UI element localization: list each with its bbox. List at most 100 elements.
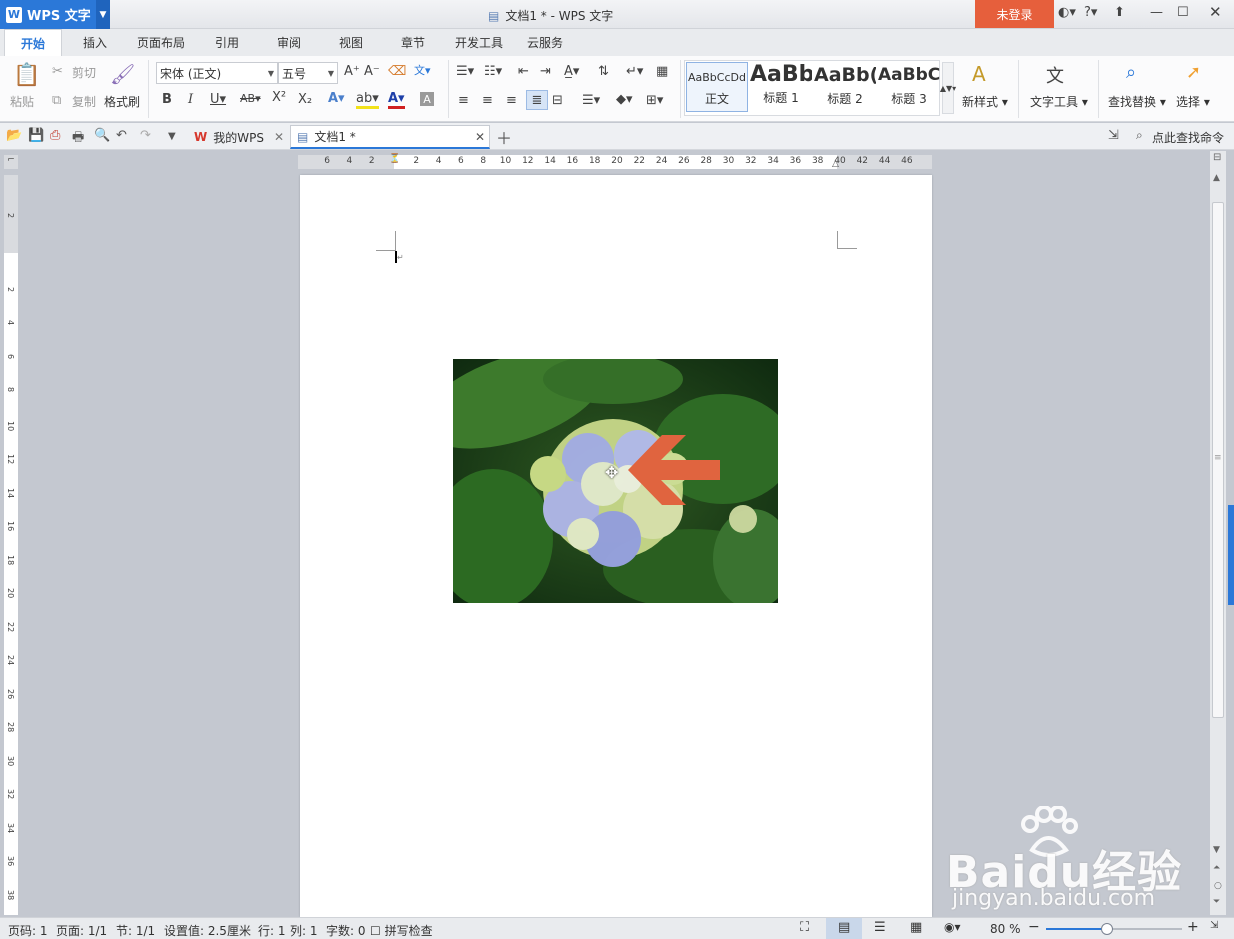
zoom-in-icon[interactable]: + — [1187, 919, 1199, 935]
change-case-icon[interactable]: A̲▾ — [564, 64, 579, 79]
zoom-out-icon[interactable]: − — [1028, 919, 1040, 935]
tab-developer[interactable]: 开发工具 — [448, 29, 510, 56]
new-tab-icon[interactable]: ＋ — [496, 125, 512, 149]
select-cursor-icon[interactable]: ➚ — [1186, 62, 1201, 83]
copy-icon[interactable]: ⧉ — [52, 93, 61, 108]
status-bar-menu-icon[interactable]: ⇲ — [1210, 920, 1218, 931]
style-heading-2[interactable]: AaBb( 标题 2 — [814, 62, 876, 112]
align-right-icon[interactable]: ≡ — [506, 93, 517, 108]
align-left-icon[interactable]: ≡ — [458, 93, 469, 108]
indent-marker-icon[interactable]: ⏳ — [389, 154, 400, 164]
font-color-icon[interactable]: A▾ — [388, 91, 405, 109]
horizontal-ruler[interactable]: 6 4 2 2 4 6 8 10 12 14 16 18 20 22 24 26 28 30 32 34 36 38 40 4… — [298, 154, 932, 169]
text-tools-icon[interactable]: 文 — [1046, 62, 1064, 88]
text-tools-button[interactable]: 文字工具 ▾ — [1030, 93, 1088, 110]
close-tab-icon[interactable]: ✕ — [475, 130, 489, 144]
sort-icon[interactable]: ⇅ — [598, 64, 609, 79]
select-button[interactable]: 选择 ▾ — [1176, 93, 1210, 110]
undo-icon[interactable]: ↶ — [116, 128, 127, 143]
bullet-list-icon[interactable]: ☰▾ — [456, 64, 474, 79]
paste-button[interactable]: 粘贴 — [10, 93, 34, 110]
open-folder-icon[interactable]: 📂 — [6, 128, 22, 143]
close-icon[interactable]: ✕ — [1209, 3, 1222, 21]
new-style-icon[interactable]: A — [972, 62, 986, 86]
login-button[interactable]: 未登录 — [975, 0, 1054, 28]
help-icon[interactable]: ?▾ — [1084, 5, 1097, 20]
maximize-icon[interactable]: ☐ — [1177, 5, 1189, 20]
save-icon[interactable]: 💾 — [28, 128, 44, 143]
line-spacing-icon[interactable]: ☰▾ — [582, 93, 600, 108]
paragraph-mark-icon[interactable]: ↵▾ — [626, 64, 643, 79]
zoom-slider-knob[interactable] — [1101, 923, 1114, 935]
distributed-align-icon[interactable]: ⊟ — [552, 93, 563, 108]
spell-check-toggle[interactable]: ☐ 拼写检查 — [370, 922, 433, 939]
pinyin-icon[interactable]: 文▾ — [414, 62, 431, 78]
shrink-font-icon[interactable]: A⁻ — [364, 64, 380, 79]
inserted-photo[interactable]: ✥ — [453, 359, 778, 603]
full-screen-icon[interactable]: ⛶ — [800, 920, 809, 935]
chevron-down-icon[interactable]: ▼ — [96, 0, 110, 29]
clear-format-icon[interactable]: ⌫ — [388, 64, 406, 79]
tab-review[interactable]: 审阅 — [262, 29, 316, 56]
print-icon[interactable]: 🖶 — [72, 128, 84, 150]
bold-icon[interactable]: B — [162, 92, 172, 107]
font-name-select[interactable]: 宋体 (正文) ▼ — [156, 62, 278, 84]
side-panel-toggle[interactable] — [1228, 505, 1234, 605]
tab-references[interactable]: 引用 — [200, 29, 254, 56]
minimize-icon[interactable]: — — [1150, 5, 1163, 20]
zoom-slider[interactable] — [1046, 923, 1182, 935]
app-menu-button[interactable]: W WPS 文字 ▼ — [0, 0, 110, 29]
align-center-icon[interactable]: ≡ — [482, 93, 493, 108]
text-effect-icon[interactable]: A▾ — [328, 91, 345, 106]
split-icon[interactable]: ⊟ — [1213, 152, 1221, 163]
web-view-icon[interactable]: ▦ — [910, 920, 922, 935]
numbered-list-icon[interactable]: ☷▾ — [484, 64, 502, 79]
tab-my-wps[interactable]: W 我的WPS ✕ — [188, 125, 288, 149]
strikethrough-icon[interactable]: AB▾ — [240, 92, 261, 105]
scroll-down-icon[interactable]: ▼ — [1213, 845, 1220, 855]
shading-icon[interactable]: ◆▾ — [616, 92, 633, 107]
format-painter-icon[interactable]: 🖌 — [110, 62, 135, 86]
print-preview-icon[interactable]: 🔍 — [94, 128, 110, 143]
prev-page-icon[interactable]: ⏶ — [1213, 863, 1220, 873]
table-icon[interactable]: ▦ — [656, 64, 668, 79]
outline-view-icon[interactable]: ☰ — [874, 920, 886, 935]
command-search-toggle-icon[interactable]: ⇲ — [1108, 128, 1119, 143]
grow-font-icon[interactable]: A⁺ — [344, 64, 360, 79]
paste-icon[interactable]: 📋 — [13, 62, 40, 88]
subscript-icon[interactable]: X₂ — [298, 92, 312, 107]
tab-document[interactable]: ▤ 文档1 * ✕ — [290, 125, 490, 149]
tab-chapter[interactable]: 章节 — [386, 29, 440, 56]
tab-page-layout[interactable]: 页面布局 — [128, 29, 194, 56]
copy-button[interactable]: 复制 — [72, 93, 96, 110]
zoom-level[interactable]: 80 % — [990, 922, 1021, 936]
restore-ribbon-icon[interactable]: ⬆ — [1114, 5, 1125, 20]
vertical-ruler[interactable]: 2246810121416182022242628303234363840 — [4, 175, 18, 933]
increase-indent-icon[interactable]: ⇥ — [540, 64, 551, 79]
superscript-icon[interactable]: X² — [272, 90, 286, 105]
char-shading-icon[interactable]: A — [420, 92, 434, 106]
highlight-icon[interactable]: ab▾ — [356, 91, 379, 109]
cut-button[interactable]: 剪切 — [72, 64, 96, 81]
browse-object-icon[interactable]: ○ — [1214, 881, 1222, 891]
style-heading-1[interactable]: AaBb 标题 1 — [750, 62, 812, 112]
close-tab-icon[interactable]: ✕ — [274, 130, 288, 144]
eye-protect-icon[interactable]: ◉▾ — [944, 920, 961, 934]
tab-stop-selector[interactable]: ⌐ — [4, 155, 18, 169]
new-style-button[interactable]: 新样式 ▾ — [962, 93, 1008, 110]
command-search-input[interactable]: 点此查找命令 — [1152, 129, 1224, 146]
customize-dropdown-icon[interactable]: ▼ — [168, 131, 176, 142]
document-page[interactable]: ↵ ✥ — [300, 175, 932, 917]
style-normal[interactable]: AaBbCcDd 正文 — [686, 62, 748, 112]
cut-icon[interactable]: ✂ — [52, 64, 63, 79]
styles-scroll[interactable]: ▲▼▾ — [940, 62, 956, 114]
tab-start[interactable]: 开始 — [4, 29, 62, 56]
font-size-select[interactable]: 五号 ▼ — [278, 62, 338, 84]
scrollbar-thumb[interactable]: ≡ — [1212, 202, 1224, 718]
tab-view[interactable]: 视图 — [324, 29, 378, 56]
decrease-indent-icon[interactable]: ⇤ — [518, 64, 529, 79]
find-replace-button[interactable]: 查找替换 ▾ — [1108, 93, 1166, 110]
right-indent-marker-icon[interactable]: △ — [832, 159, 839, 169]
status-word-count[interactable]: 字数: 0 — [326, 922, 366, 939]
next-page-icon[interactable]: ⏷ — [1213, 897, 1220, 907]
